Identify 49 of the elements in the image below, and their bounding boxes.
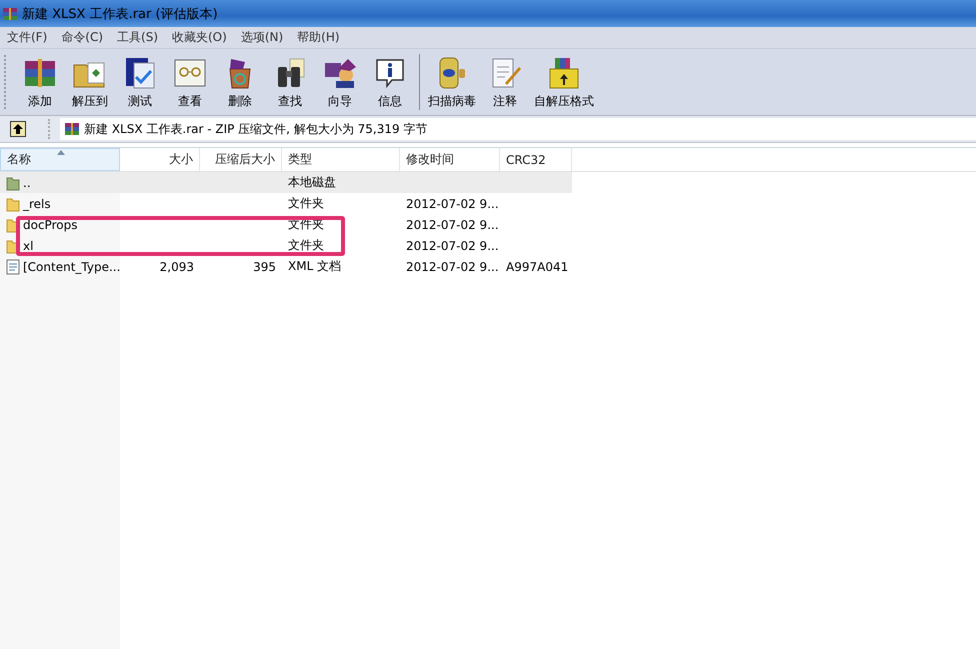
archive-books-icon — [64, 121, 80, 137]
toolbar-button[interactable]: 添加 — [15, 54, 65, 110]
table-cell: 2012-07-02 9... — [406, 218, 499, 232]
column-header[interactable]: 大小 — [120, 148, 200, 171]
file-name[interactable]: xl — [23, 238, 34, 252]
toolbar-button[interactable]: 删除 — [215, 54, 265, 110]
toolbar-button[interactable]: 自解压格式 — [530, 54, 598, 110]
file-name[interactable]: [Content_Type... — [23, 260, 120, 274]
drive-folder-icon — [6, 174, 20, 190]
file-name[interactable]: _rels — [23, 196, 51, 210]
sort-arrow-icon — [57, 150, 65, 155]
table-cell: XML 文档 — [288, 258, 342, 275]
column-header[interactable]: 压缩后大小 — [200, 148, 282, 171]
toolbar-button[interactable]: 测试 — [115, 54, 165, 110]
table-cell: 2012-07-02 9... — [406, 260, 499, 274]
menu-item[interactable]: 选项(N) — [234, 29, 290, 46]
column-header[interactable]: 修改时间 — [400, 148, 500, 171]
table-cell: A997A041 — [506, 260, 568, 274]
file-name[interactable]: .. — [23, 176, 31, 190]
menu-item[interactable]: 文件(F) — [0, 29, 54, 46]
toolbar-button[interactable]: 扫描病毒 — [424, 54, 480, 110]
column-header[interactable]: 类型 — [282, 148, 400, 171]
toolbar-button[interactable]: 查看 — [165, 54, 215, 110]
toolbar-button[interactable]: 向导 — [315, 54, 365, 110]
path-field[interactable]: 新建 XLSX 工作表.rar - ZIP 压缩文件, 解包大小为 75,319 字节 — [60, 118, 976, 140]
table-cell: 395 — [253, 260, 276, 274]
menu-item[interactable]: 收藏夹(O) — [165, 29, 234, 46]
menu-item[interactable]: 帮助(H) — [290, 29, 347, 46]
path-text: 新建 XLSX 工作表.rar - ZIP 压缩文件, 解包大小为 75,319 字节 — [84, 120, 428, 138]
table-cell: 2012-07-02 9... — [406, 238, 499, 252]
column-header[interactable]: 名称 — [0, 148, 120, 171]
window-title: 新建 XLSX 工作表.rar (评估版本) — [22, 6, 218, 22]
table-cell: 本地磁盘 — [288, 174, 336, 191]
table-cell: 2,093 — [160, 260, 194, 274]
toolbar-button[interactable]: 信息 — [365, 54, 415, 110]
archive-books-icon — [2, 6, 18, 22]
toolbar-button[interactable]: 解压到 — [65, 54, 115, 110]
file-name[interactable]: docProps — [23, 218, 78, 232]
toolbar-button[interactable]: 注释 — [480, 54, 530, 110]
menu-item[interactable]: 命令(C) — [54, 29, 110, 46]
menu-item[interactable]: 工具(S) — [110, 29, 165, 46]
up-folder-button[interactable] — [10, 121, 26, 137]
table-cell: 文件夹 — [288, 237, 324, 254]
column-header[interactable]: CRC32 — [500, 148, 572, 171]
table-cell: 文件夹 — [288, 195, 324, 212]
document-icon — [6, 258, 20, 274]
table-cell: 2012-07-02 9... — [406, 196, 499, 210]
toolbar-button[interactable]: 查找 — [265, 54, 315, 110]
folder-icon — [6, 196, 20, 212]
